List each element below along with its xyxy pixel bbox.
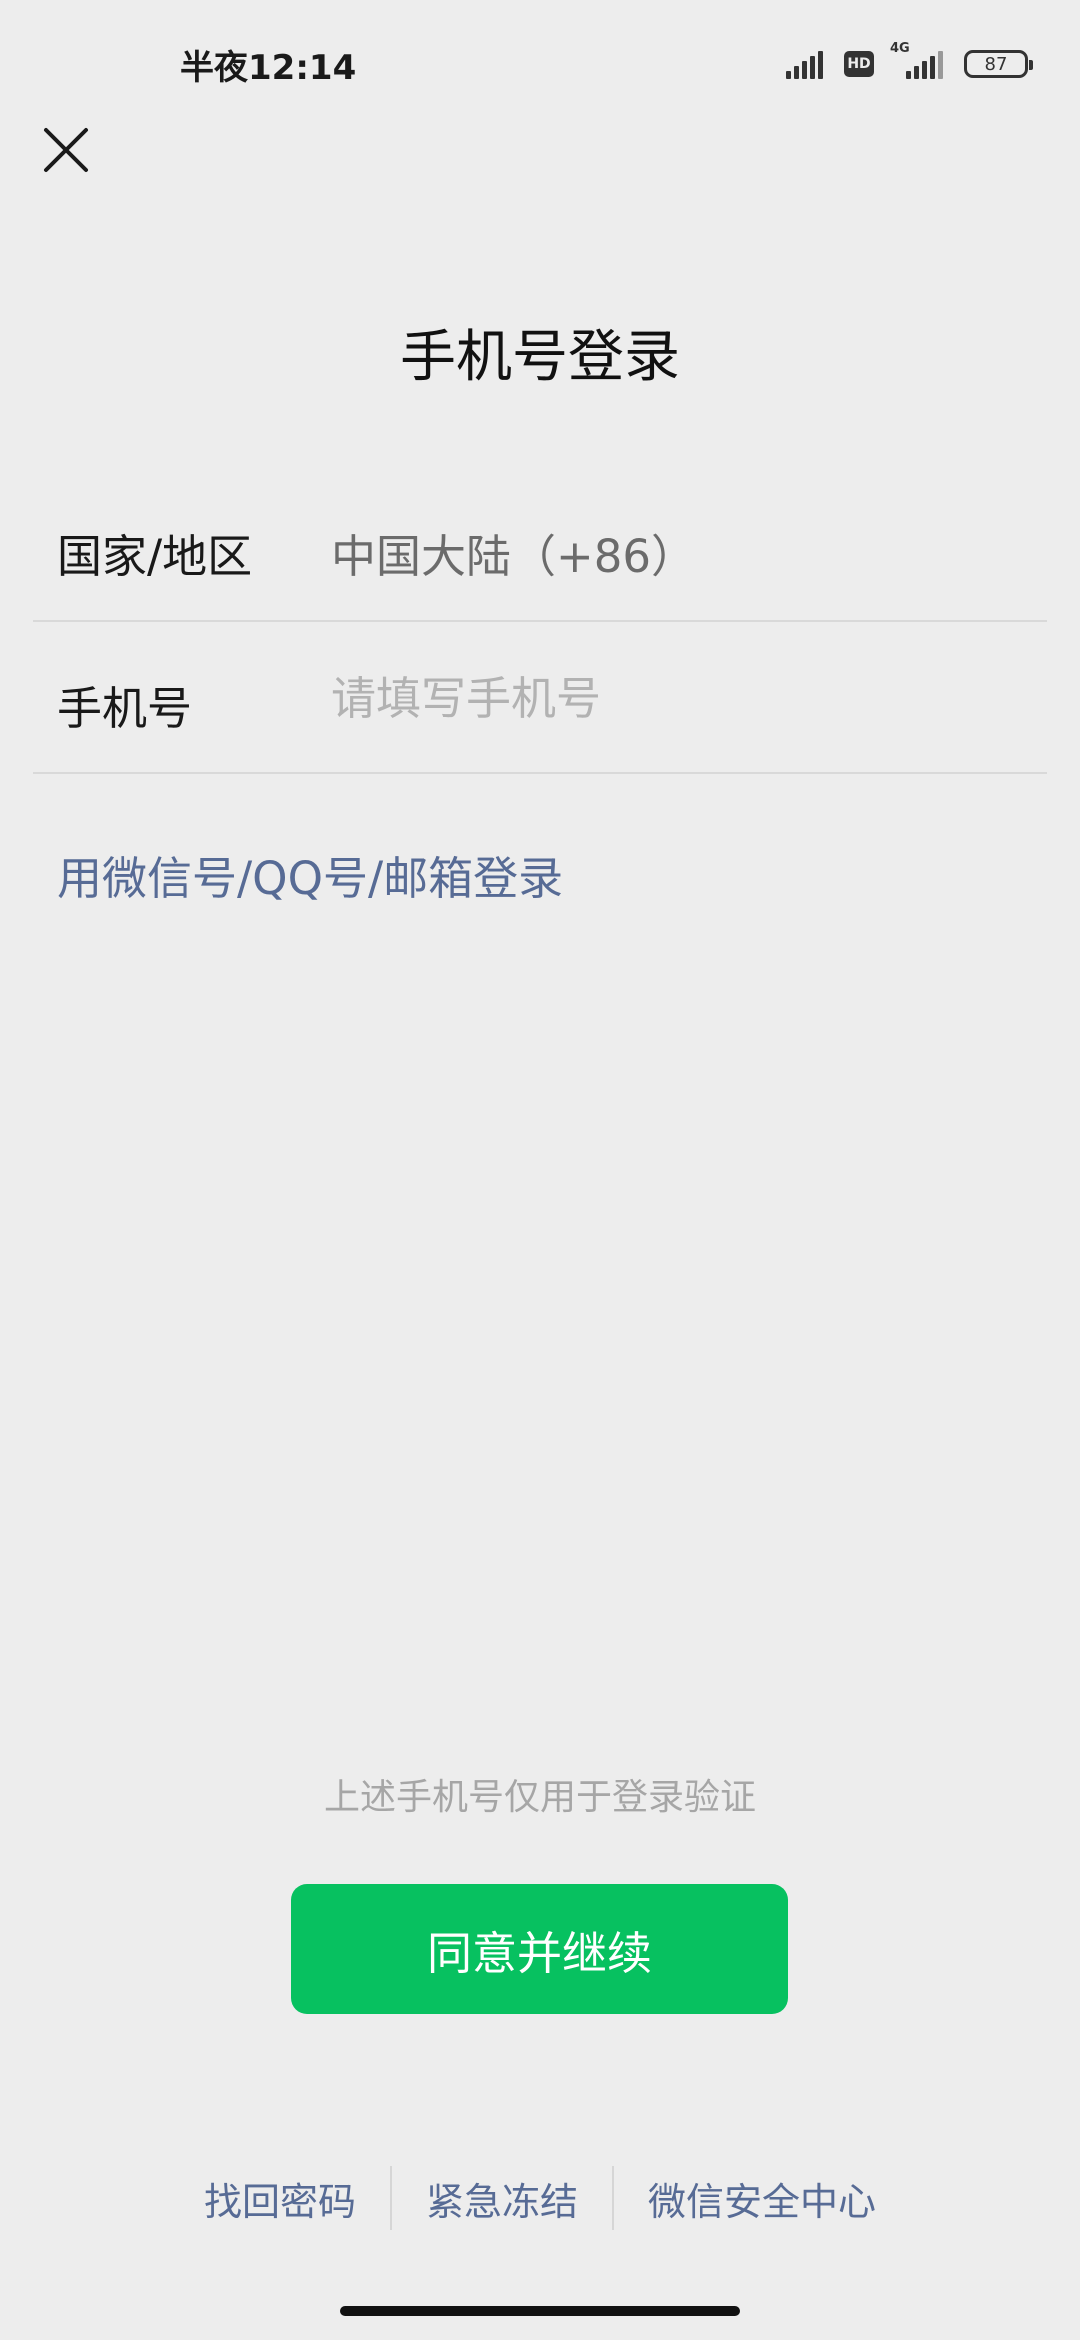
home-indicator[interactable] — [340, 2306, 740, 2316]
phone-number-input[interactable] — [331, 660, 1021, 736]
network-label: 4G — [890, 41, 910, 56]
phone-number-label: 手机号 — [57, 682, 193, 735]
page-title: 手机号登录 — [400, 325, 680, 390]
battery-level: 87 — [984, 53, 1008, 75]
status-time: 半夜12:14 — [180, 48, 357, 88]
country-region-row[interactable]: 国家/地区 中国大陆（+86） — [33, 472, 1047, 622]
verification-notice: 上述手机号仅用于登录验证 — [323, 1777, 756, 1818]
country-region-label: 国家/地区 — [57, 530, 253, 583]
country-region-value[interactable]: 中国大陆（+86） — [331, 520, 696, 585]
network-4g-icon: 4G — [890, 41, 946, 79]
recover-password-link[interactable]: 找回密码 — [170, 2171, 390, 2226]
emergency-freeze-link[interactable]: 紧急冻结 — [392, 2171, 612, 2226]
alt-login-link[interactable]: 用微信号/QQ号/邮箱登录 — [57, 842, 563, 907]
footer-links: 找回密码 紧急冻结 微信安全中心 — [0, 2166, 1080, 2230]
close-icon — [44, 128, 88, 172]
battery-icon: 87 — [964, 50, 1033, 78]
hd-badge: HD — [844, 51, 874, 77]
phone-number-row: 手机号 — [33, 624, 1047, 774]
status-bar: 半夜12:14 HD 4G 87 — [0, 0, 1080, 130]
close-button[interactable] — [36, 120, 96, 180]
security-center-link[interactable]: 微信安全中心 — [614, 2171, 910, 2226]
signal-strength-icon — [786, 49, 826, 79]
agree-continue-button[interactable]: 同意并继续 — [291, 1884, 788, 2014]
status-icons: HD 4G 87 — [786, 41, 1033, 84]
